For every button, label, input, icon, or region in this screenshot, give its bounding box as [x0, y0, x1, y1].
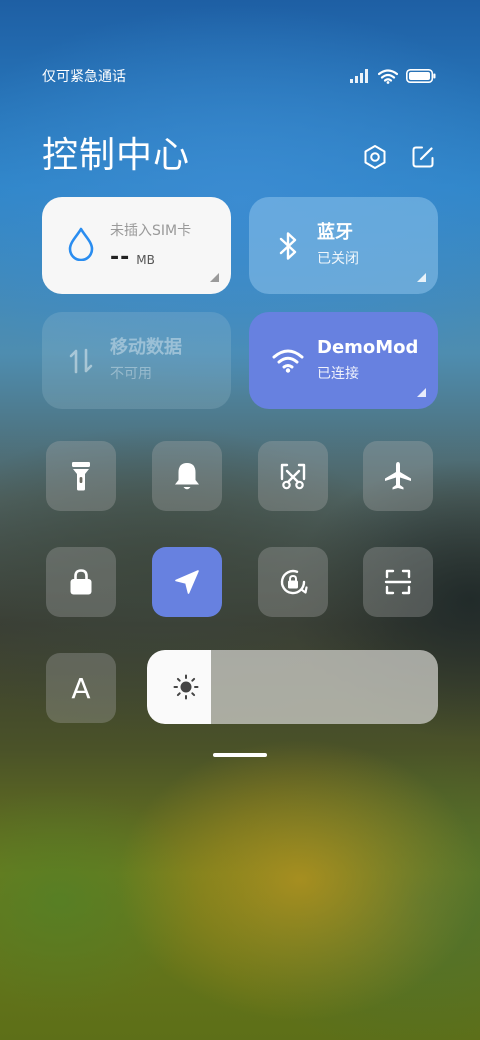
mobile-data-card[interactable]: 移动数据 不可用: [42, 312, 231, 409]
bluetooth-title: 蓝牙: [317, 222, 353, 243]
wifi-card[interactable]: DemoMod 已连接: [249, 312, 438, 409]
location-arrow-icon: [175, 570, 199, 594]
signal-icon: [350, 69, 368, 83]
lock-icon: [70, 569, 92, 595]
carrier-label: 仅可紧急通话: [42, 69, 126, 85]
edit-icon[interactable]: [410, 144, 436, 170]
wifi-status: 已连接: [317, 366, 359, 382]
page-title: 控制中心: [42, 135, 191, 176]
expand-corner: [417, 388, 426, 397]
ring-toggle[interactable]: [152, 441, 222, 511]
water-drop-icon: [64, 227, 98, 261]
data-usage-card[interactable]: 未插入SIM卡 -- MB: [42, 197, 231, 294]
font-a-icon: A: [71, 671, 91, 705]
flashlight-toggle[interactable]: [46, 441, 116, 511]
lock-screen-toggle[interactable]: [46, 547, 116, 617]
mobile-data-title: 移动数据: [110, 337, 182, 358]
scissors-icon: [280, 463, 306, 490]
location-toggle[interactable]: [152, 547, 222, 617]
wifi-icon: [271, 344, 305, 378]
sun-icon: [173, 674, 199, 700]
battery-icon: [406, 69, 436, 83]
wifi-icon: [378, 68, 398, 84]
data-usage-unit: MB: [136, 253, 155, 267]
brightness-slider[interactable]: [147, 650, 438, 724]
mobile-data-status: 不可用: [110, 366, 152, 382]
bluetooth-status: 已关闭: [317, 251, 359, 267]
status-icons: [350, 68, 436, 84]
bell-icon: [175, 463, 199, 490]
status-bar: 仅可紧急通话: [42, 66, 436, 86]
header-actions: [362, 144, 436, 170]
bluetooth-card[interactable]: 蓝牙 已关闭: [249, 197, 438, 294]
expand-corner: [210, 273, 219, 282]
bluetooth-icon: [271, 229, 305, 263]
scan-toggle[interactable]: [363, 547, 433, 617]
auto-rotate-toggle[interactable]: [258, 547, 328, 617]
flashlight-icon: [72, 462, 90, 491]
screenshot-toggle[interactable]: [258, 441, 328, 511]
airplane-toggle[interactable]: [363, 441, 433, 511]
scan-icon: [384, 569, 412, 595]
airplane-icon: [385, 462, 411, 490]
wifi-network-name: DemoMod: [317, 337, 419, 358]
auto-brightness-toggle[interactable]: A: [46, 653, 116, 723]
drag-handle[interactable]: [213, 753, 267, 757]
expand-corner: [417, 273, 426, 282]
settings-icon[interactable]: [362, 144, 388, 170]
sim-status-label: 未插入SIM卡: [110, 223, 192, 239]
data-arrows-icon: [64, 344, 98, 378]
rotation-lock-icon: [280, 569, 308, 595]
data-usage-value: --: [110, 245, 131, 270]
